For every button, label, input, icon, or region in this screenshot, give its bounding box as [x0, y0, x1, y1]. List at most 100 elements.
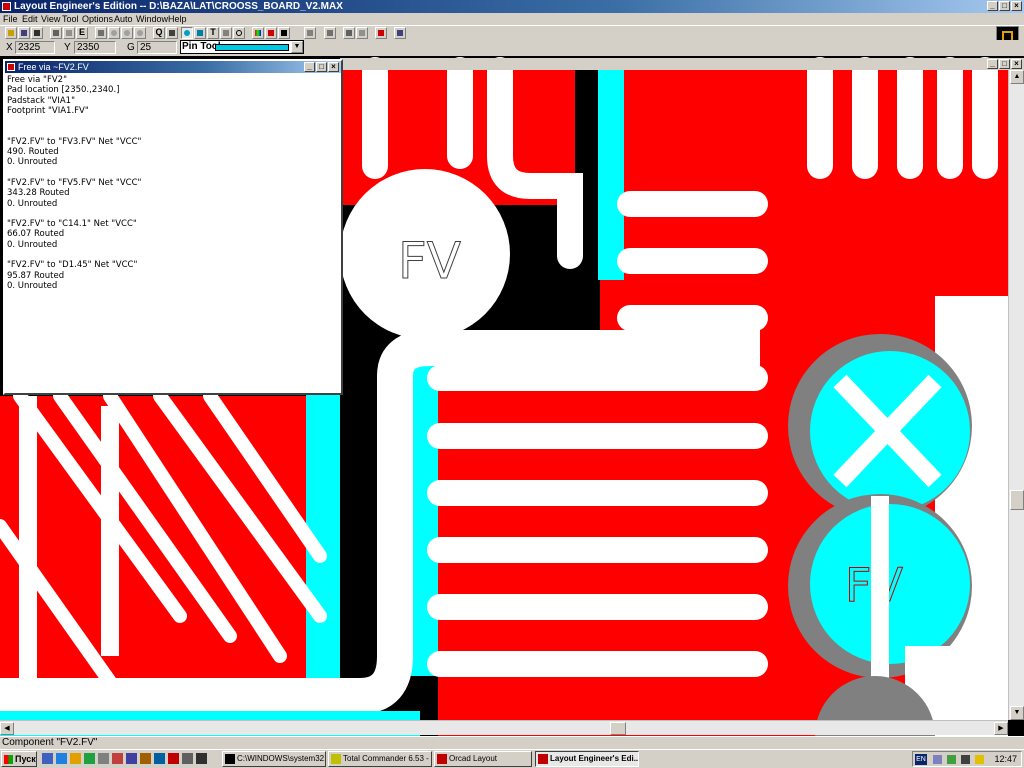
- doc-restore-button[interactable]: □: [999, 59, 1010, 69]
- menu-window[interactable]: Window: [136, 13, 168, 25]
- vertical-scrollbar[interactable]: ▲ ▼: [1008, 70, 1024, 720]
- horizontal-scroll-thumb[interactable]: [610, 722, 626, 735]
- info-line: [7, 126, 337, 136]
- spread-icon[interactable]: [343, 27, 355, 39]
- quicklaunch-icon[interactable]: [84, 753, 95, 764]
- horizontal-scrollbar[interactable]: ◀ ▶: [0, 720, 1008, 735]
- doc-minimize-button[interactable]: _: [987, 59, 998, 69]
- quicklaunch-icon[interactable]: [126, 753, 137, 764]
- reconnect-icon[interactable]: [304, 27, 316, 39]
- zoom-all-icon[interactable]: [134, 27, 146, 39]
- tray-icon[interactable]: [933, 755, 942, 764]
- y-coordinate: 2350: [74, 41, 116, 54]
- copy-icon[interactable]: [63, 27, 75, 39]
- document-title-bar[interactable]: _ □ ×: [340, 58, 1024, 70]
- bottom-trace-vertical: [410, 366, 438, 676]
- refresh-icon[interactable]: [356, 27, 368, 39]
- status-text: Component "FV2.FV": [2, 737, 98, 748]
- route-icon[interactable]: [324, 27, 336, 39]
- total-commander-icon: [331, 754, 341, 764]
- info-minimize-button[interactable]: _: [304, 62, 315, 72]
- zoom-in-icon[interactable]: [108, 27, 120, 39]
- quicklaunch-icon[interactable]: [98, 753, 109, 764]
- quicklaunch-icon[interactable]: [182, 753, 193, 764]
- edit-e-button[interactable]: E: [76, 27, 88, 39]
- layout-icon: [538, 754, 548, 764]
- menu-tool[interactable]: Tool: [62, 13, 79, 25]
- quicklaunch-icon[interactable]: [42, 753, 53, 764]
- scroll-up-button[interactable]: ▲: [1010, 70, 1024, 84]
- taskbar-item-layout[interactable]: Layout Engineer's Edi...: [535, 751, 639, 767]
- info-line: 343.28 Routed: [7, 188, 70, 199]
- scroll-down-button[interactable]: ▼: [1010, 706, 1024, 720]
- taskbar-item-totalcmd[interactable]: Total Commander 6.53 - ...: [328, 751, 432, 767]
- component-icon[interactable]: [166, 27, 178, 39]
- taskbar-item-orcad[interactable]: Orcad Layout: [434, 751, 532, 767]
- vertical-scroll-thumb[interactable]: [1010, 490, 1024, 510]
- app-icon: [2, 2, 11, 11]
- menu-view[interactable]: View: [41, 13, 60, 25]
- menu-edit[interactable]: Edit: [22, 13, 38, 25]
- quicklaunch-icon[interactable]: [140, 753, 151, 764]
- tray-icon[interactable]: [961, 755, 970, 764]
- taskbar-item-cmd[interactable]: C:\WINDOWS\system32...: [222, 751, 326, 767]
- status-bar: Component "FV2.FV": [0, 736, 1024, 748]
- zoom-out-icon[interactable]: [121, 27, 133, 39]
- menu-file[interactable]: File: [3, 13, 18, 25]
- quicklaunch-icon[interactable]: [56, 753, 67, 764]
- quicklaunch-icon[interactable]: [168, 753, 179, 764]
- scroll-right-button[interactable]: ▶: [994, 722, 1008, 735]
- menu-options[interactable]: Options: [82, 13, 113, 25]
- color-icon[interactable]: [252, 27, 264, 39]
- tool-dropdown[interactable]: Pin Tool ▼: [180, 40, 304, 54]
- app-title-bar[interactable]: Layout Engineer's Edition -- D:\BAZA\LAT…: [0, 0, 1024, 13]
- error-icon[interactable]: [233, 27, 245, 39]
- start-button[interactable]: Пуск: [1, 751, 37, 767]
- connection-icon[interactable]: [220, 27, 232, 39]
- bottom-trace-top: [598, 70, 624, 280]
- info-line: [7, 116, 337, 126]
- info-line: 0. Unrouted: [7, 280, 58, 291]
- quicklaunch-icon[interactable]: [112, 753, 123, 764]
- info-line: 490. Routed: [7, 147, 59, 158]
- info-window-title: Free via ~FV2.FV: [18, 62, 89, 72]
- info-window-title-bar[interactable]: Free via ~FV2.FV _ □ ×: [5, 61, 341, 73]
- info-close-button[interactable]: ×: [328, 62, 339, 72]
- pin-tool-icon[interactable]: [181, 27, 193, 39]
- help-icon[interactable]: [394, 27, 406, 39]
- query-button[interactable]: Q: [153, 27, 165, 39]
- chevron-down-icon[interactable]: ▼: [291, 41, 303, 53]
- drc-icon[interactable]: [265, 27, 277, 39]
- tray-icon[interactable]: [947, 755, 956, 764]
- doc-close-button[interactable]: ×: [1011, 59, 1022, 69]
- autoroute-icon[interactable]: [375, 27, 387, 39]
- quicklaunch-icon[interactable]: [70, 753, 81, 764]
- text-tool-button[interactable]: T: [207, 27, 219, 39]
- quicklaunch-icon[interactable]: [154, 753, 165, 764]
- cut-icon[interactable]: [50, 27, 62, 39]
- menu-auto[interactable]: Auto: [114, 13, 133, 25]
- layer-icon[interactable]: [278, 27, 290, 39]
- grid-icon[interactable]: [95, 27, 107, 39]
- x-coordinate: 2325: [15, 41, 55, 54]
- save-icon[interactable]: [18, 27, 30, 39]
- windows-logo-icon: [4, 755, 13, 764]
- info-line: 0. Unrouted: [7, 239, 58, 250]
- open-icon[interactable]: [5, 27, 17, 39]
- close-button[interactable]: ×: [1011, 1, 1022, 11]
- via-info-window[interactable]: Free via ~FV2.FV _ □ × Free via "FV2" Pa…: [3, 59, 343, 395]
- minimize-button[interactable]: _: [987, 1, 998, 11]
- taskbar-item-label: C:\WINDOWS\system32...: [237, 754, 326, 763]
- info-restore-button[interactable]: □: [316, 62, 327, 72]
- scroll-left-button[interactable]: ◀: [0, 722, 14, 735]
- language-indicator[interactable]: EN: [915, 754, 927, 765]
- info-line: Pad location [2350.,2340.]: [7, 85, 120, 96]
- save-all-icon[interactable]: [31, 27, 43, 39]
- info-line: 66.07 Routed: [7, 229, 65, 240]
- menu-help[interactable]: Help: [168, 13, 187, 25]
- quicklaunch-icon[interactable]: [196, 753, 207, 764]
- shield-icon[interactable]: [975, 755, 984, 764]
- restore-button[interactable]: □: [999, 1, 1010, 11]
- info-line: "FV2.FV" to "FV5.FV" Net "VCC": [7, 177, 142, 188]
- obstacle-icon[interactable]: [194, 27, 206, 39]
